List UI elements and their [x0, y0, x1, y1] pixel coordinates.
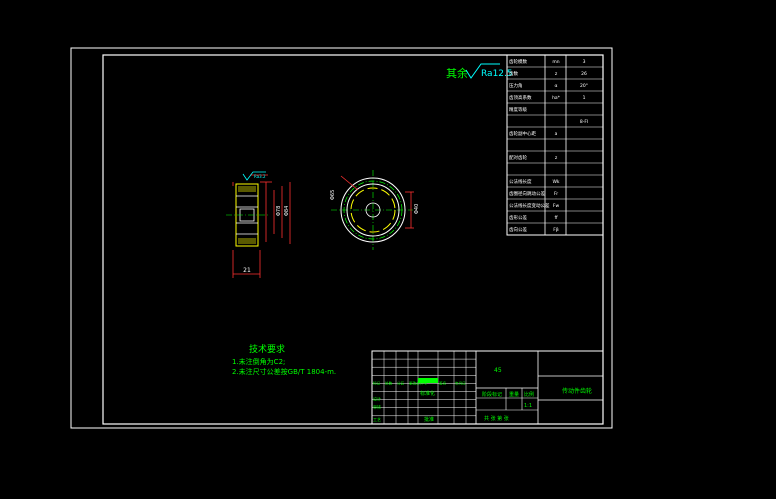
param-symbol-cell: Fr [554, 191, 558, 197]
sheet-label: 共 张 第 张 [484, 415, 509, 422]
param-symbol-cell: a [555, 132, 558, 137]
roughness-prefix: 其余 [446, 66, 468, 80]
gear-front-view: Φ65 Φ40 [330, 170, 420, 250]
scale-label: 比例 [524, 391, 534, 398]
param-symbol-cell: ff [554, 215, 558, 221]
param-name-cell: 公法线长度 [509, 178, 532, 185]
cad-drawing-canvas: 其余 Ra12.5 齿轮模数 mn 3 齿数 z 26 压力角 α 20° 齿顶高系数 ha* 1 精度… [70, 47, 613, 429]
tb-header-cell: 年月日 [455, 381, 466, 386]
front-dim-text-2: Φ40 [414, 204, 420, 214]
param-name-cell: 公法线长度变动公差 [509, 202, 550, 209]
title-block: 标记 处数 分区 更改文件号 签名 年月日设计审核工艺 45 传动件齿轮 阶段标记 重量 … [371, 350, 604, 425]
stage-label: 阶段标记 [482, 391, 502, 398]
param-symbol-cell: Fw [553, 203, 560, 209]
param-symbol-cell: α [555, 84, 558, 89]
param-name-cell: 齿顶高系数 [509, 94, 532, 101]
tb-header-cell: 处数 [385, 381, 393, 386]
side-roughness-text: Ra3.2 [254, 174, 266, 179]
param-name-cell: 齿轮模数 [509, 58, 527, 65]
param-name-cell: 齿向公差 [509, 226, 527, 233]
std-label: 标准化 [420, 390, 435, 397]
technical-requirements: 技术要求 1.未注倒角为C2; 2.未注尺寸公差按GB/T 1804-m. [232, 343, 336, 376]
gear-side-view: 21 Φ78 Φ84 Ra3.2 [226, 171, 291, 278]
param-symbol-cell: Wk [552, 179, 559, 185]
tb-row-label: 工艺 [373, 417, 381, 422]
dim-text-2: Φ84 [284, 206, 290, 216]
tech-req-item-2: 2.未注尺寸公差按GB/T 1804-m. [232, 367, 336, 376]
tb-header-cell: 分区 [397, 381, 405, 386]
param-name-cell: 精度等级 [509, 106, 527, 113]
param-value-cell: 1 [583, 95, 586, 101]
param-symbol-cell: z [555, 156, 558, 161]
tb-header-cell: 签名 [439, 381, 447, 386]
material-text: 45 [494, 367, 502, 374]
param-name-cell: 齿数 [509, 70, 518, 77]
title-block-highlight [418, 378, 438, 383]
dim-text-1: Φ78 [276, 206, 282, 216]
tb-header-cell: 标记 [373, 381, 381, 386]
gear-parameter-table: 齿轮模数 mn 3 齿数 z 26 压力角 α 20° 齿顶高系数 ha* 1 精度等级 8-Fl 齿轮副中… [506, 54, 604, 236]
part-name-text: 传动件齿轮 [562, 387, 592, 395]
param-value-cell: 26 [581, 71, 587, 77]
param-value-cell: 8-Fl [580, 119, 588, 125]
param-value-cell: 20° [580, 83, 588, 89]
param-symbol-cell: mn [552, 60, 559, 65]
param-symbol-cell: Fβ [553, 227, 559, 233]
param-name-cell: 配对齿轮 [509, 154, 527, 161]
tb-row-label: 审核 [373, 404, 381, 410]
param-name-cell: 齿形公差 [509, 214, 527, 221]
drawing-frame [102, 54, 604, 425]
front-dim-text-1: Φ65 [330, 190, 336, 200]
tb-row-label: 设计 [373, 396, 381, 402]
param-name-cell: 齿圈径向跳动公差 [509, 190, 545, 197]
param-symbol-cell: z [555, 72, 558, 77]
tech-req-title: 技术要求 [249, 343, 285, 355]
scale-value: 1:1 [524, 403, 532, 409]
param-name-cell: 齿轮副中心距 [509, 130, 536, 137]
roughness-value: Ra12.5 [481, 69, 513, 79]
roughness-note: 其余 Ra12.5 [446, 63, 513, 80]
weight-label: 重量 [509, 391, 519, 398]
param-name-cell: 压力角 [509, 82, 523, 89]
approve-label: 批准 [424, 416, 434, 423]
width-dim-value: 21 [243, 267, 251, 274]
sheet-outer-border [70, 47, 613, 429]
param-symbol-cell: ha* [552, 95, 561, 101]
param-value-cell: 3 [583, 59, 586, 65]
tech-req-item-1: 1.未注倒角为C2; [232, 357, 285, 366]
